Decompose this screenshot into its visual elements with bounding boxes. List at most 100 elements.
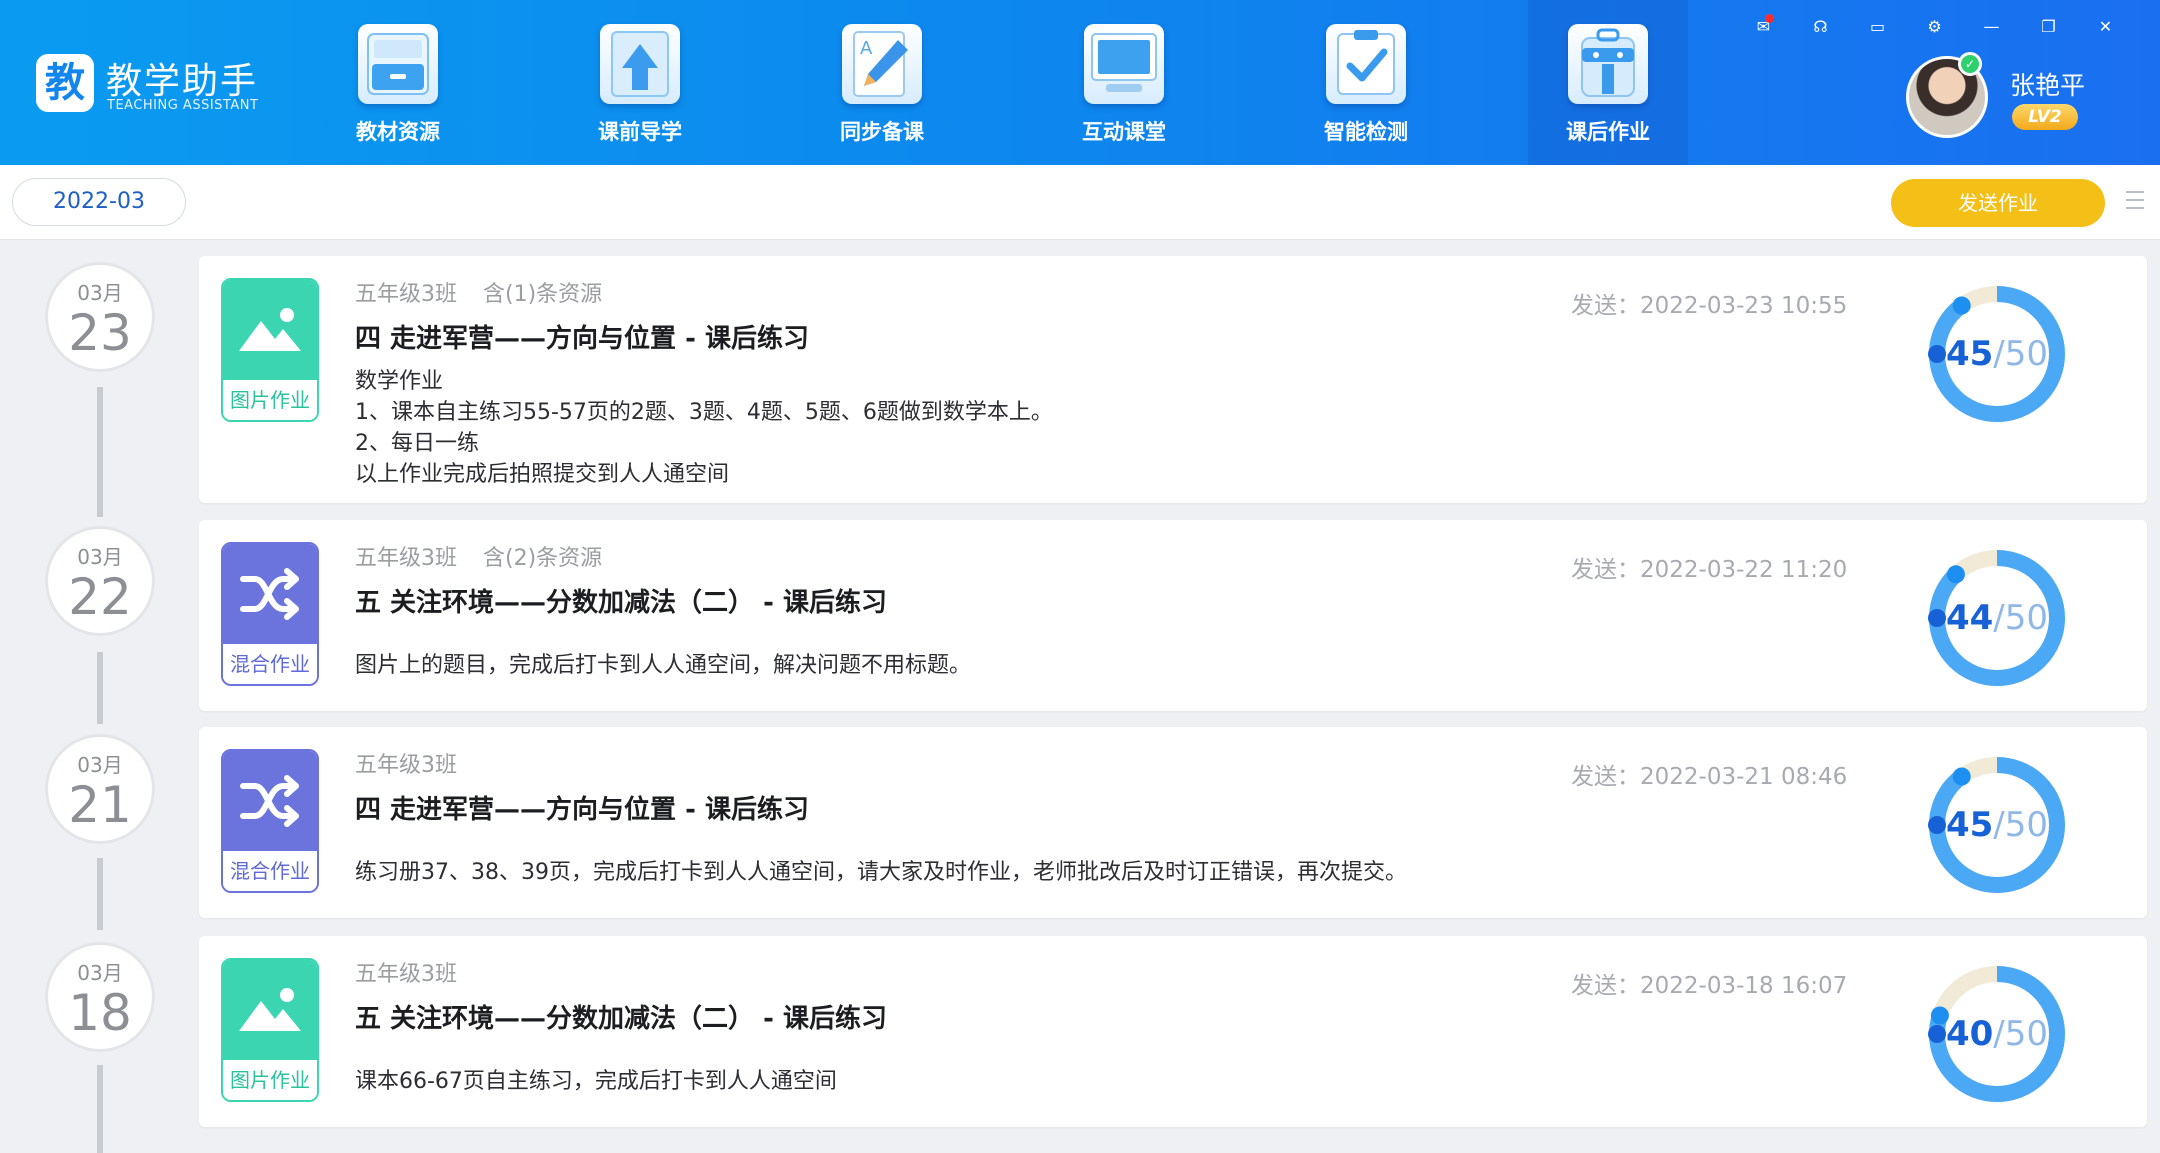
date-badge: 03月 22 [45,526,155,636]
image-icon [239,988,301,1031]
resource-count[interactable]: 含(2)条资源 [483,546,602,571]
nav-item-lesson-prep[interactable]: A 同步备课 [802,0,962,165]
sent-time: 发送：2022-03-23 10:55 [1571,293,1848,319]
upload-arrow-icon [600,24,680,104]
total-count: /50 [1993,805,2049,845]
sent-time: 发送：2022-03-18 16:07 [1571,973,1848,999]
headset-icon[interactable]: ☊ [1792,14,1849,40]
date-badge: 03月 18 [45,942,155,1052]
date-day: 21 [68,776,132,834]
homework-meta: 五年级3班 含(2)条资源 [355,540,602,572]
nav-label: 互动课堂 [1082,120,1166,144]
homework-meta: 五年级3班 [355,956,483,988]
user-level-badge: LV2 [2012,104,2078,130]
send-homework-button[interactable]: 发送作业 [1891,179,2105,227]
monitor-icon [1084,24,1164,104]
app-title: 教学助手 [106,61,259,102]
submitted-count: 40 [1945,1014,1994,1054]
date-day: 18 [68,984,132,1042]
homework-type-icon-area [223,751,317,851]
resource-count[interactable]: 含(1)条资源 [483,282,602,307]
shuffle-icon [240,568,299,620]
submission-count: 45/50 [1927,284,2067,424]
nav-label: 同步备课 [840,120,924,144]
homework-type-label: 混合作业 [223,644,317,684]
date-badge: 03月 21 [45,734,155,844]
image-icon [239,308,301,351]
homework-card[interactable]: 混合作业 五年级3班 含(2)条资源 五 关注环境——分数加减法（二） - 课后练… [199,520,2147,711]
mail-icon[interactable]: ✉ [1735,14,1792,40]
app-subtitle: TEACHING ASSISTANT [107,98,259,113]
notification-dot [1765,14,1774,23]
homework-meta: 五年级3班 [355,747,483,779]
homework-description-line: 1、课本自主练习55-57页的2题、3题、4题、5题、6题做到数学本上。 [355,400,1053,425]
class-name: 五年级3班 [355,546,457,571]
homework-type-label: 图片作业 [223,1060,317,1100]
submission-count: 40/50 [1927,964,2067,1104]
minimize-icon[interactable]: — [1963,14,2020,40]
homework-title[interactable]: 五 关注环境——分数加减法（二） - 课后练习 [355,582,887,619]
nav-label: 课前导学 [598,120,682,144]
submission-progress-ring[interactable]: 45/50 [1927,755,2067,895]
submission-progress-ring[interactable]: 44/50 [1927,548,2067,688]
settings-icon[interactable]: ⚙ [1906,14,1963,40]
shuffle-icon [240,775,299,827]
class-name: 五年级3班 [355,282,457,307]
timeline-line [97,387,103,517]
homework-type-badge: 混合作业 [221,749,319,893]
drawer-cabinet-icon [358,24,438,104]
sent-time: 发送：2022-03-22 11:20 [1571,557,1848,583]
nav-label: 智能检测 [1324,120,1408,144]
homework-title[interactable]: 五 关注环境——分数加减法（二） - 课后练习 [355,998,887,1035]
chat-icon[interactable]: ▭ [1849,14,1906,40]
date-month: 03月 [77,961,123,985]
homework-card[interactable]: 混合作业 五年级3班 四 走进军营——方向与位置 - 课后练习 练习册37、38… [199,727,2147,918]
date-day: 23 [68,304,132,362]
homework-description-line: 练习册37、38、39页，完成后打卡到人人通空间，请大家及时作业，老师批改后及时… [355,860,1407,885]
class-name: 五年级3班 [355,962,457,987]
homework-card[interactable]: 图片作业 五年级3班 五 关注环境——分数加减法（二） - 课后练习 课本66-… [199,936,2147,1127]
nav-item-textbook-resources[interactable]: 教材资源 [318,0,478,165]
date-badge: 03月 23 [45,262,155,372]
submission-progress-ring[interactable]: 40/50 [1927,964,2067,1104]
close-icon[interactable]: ✕ [2077,14,2134,40]
restore-icon[interactable]: ❐ [2020,14,2077,40]
homework-description-line: 以上作业完成后拍照提交到人人通空间 [355,462,730,487]
online-check-icon: ✓ [1958,52,1982,76]
total-count: /50 [1993,598,2049,638]
app-header: 教 教学助手 TEACHING ASSISTANT 教材资源 课前导学 A 同步… [0,0,2160,165]
homework-type-icon-area [223,544,317,644]
nav-item-smart-test[interactable]: 智能检测 [1286,0,1446,165]
checklist-icon [1326,24,1406,104]
submitted-count: 45 [1945,334,1994,374]
homework-title[interactable]: 四 走进军营——方向与位置 - 课后练习 [355,789,809,826]
homework-description-line: 图片上的题目，完成后打卡到人人通空间，解决问题不用标题。 [355,653,972,678]
nav-item-preview-guide[interactable]: 课前导学 [560,0,720,165]
month-selector[interactable]: 2022-03 [12,178,186,226]
submitted-count: 45 [1945,805,1994,845]
svg-text:A: A [860,38,873,59]
pencil-document-icon: A [842,24,922,104]
timeline-line [97,1065,103,1153]
homework-title[interactable]: 四 走进军营——方向与位置 - 课后练习 [355,318,809,355]
nav-label: 课后作业 [1566,120,1650,144]
homework-type-label: 图片作业 [223,380,317,420]
total-count: /50 [1993,1014,2049,1054]
app-logo: 教 [36,54,94,112]
date-month: 03月 [77,753,123,777]
menu-icon[interactable] [2126,191,2146,213]
nav-item-homework[interactable]: 课后作业 [1528,0,1688,165]
homework-type-badge: 混合作业 [221,542,319,686]
homework-type-badge: 图片作业 [221,278,319,422]
submission-count: 45/50 [1927,755,2067,895]
homework-type-label: 混合作业 [223,851,317,891]
backpack-icon [1568,24,1648,104]
date-month: 03月 [77,281,123,305]
total-count: /50 [1993,334,2049,374]
nav-item-interactive-class[interactable]: 互动课堂 [1044,0,1204,165]
homework-type-icon-area [223,280,317,380]
submission-progress-ring[interactable]: 45/50 [1927,284,2067,424]
homework-card[interactable]: 图片作业 五年级3班 含(1)条资源 四 走进军营——方向与位置 - 课后练习 数… [199,256,2147,503]
homework-type-badge: 图片作业 [221,958,319,1102]
date-day: 22 [68,568,132,626]
